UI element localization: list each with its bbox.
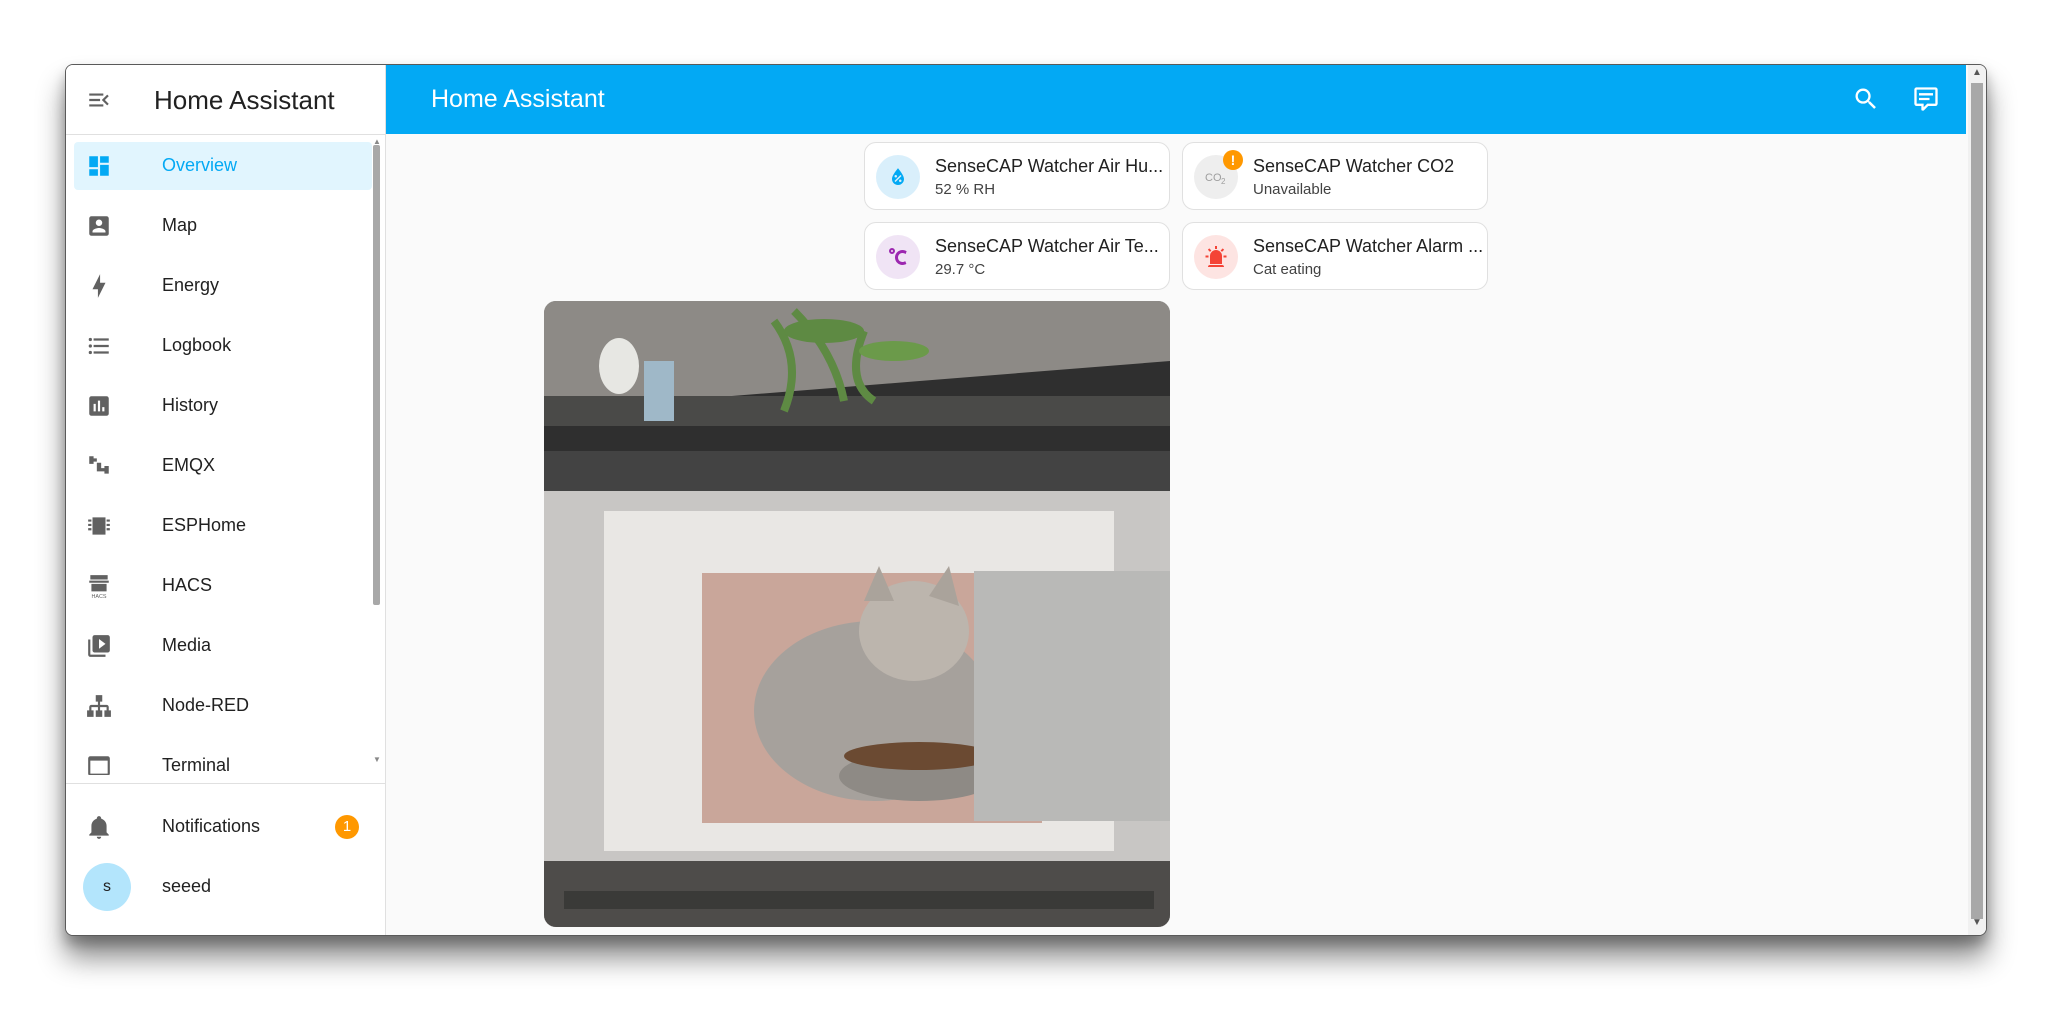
svg-text:HACS: HACS	[91, 594, 106, 599]
svg-text:2: 2	[1221, 177, 1226, 186]
tile-icon-circle	[876, 235, 920, 279]
sidebar-item-label: Energy	[162, 275, 220, 295]
sidebar-item-user[interactable]: s seeed	[74, 863, 372, 911]
tile-state: 29.7 °C	[935, 261, 986, 278]
tile-icon-circle	[876, 155, 920, 199]
alarm-light-icon	[1205, 246, 1227, 267]
sidebar-list: Overview Map Energy Logbook History EMQX	[66, 135, 385, 775]
sidebar-item-media[interactable]: Media	[74, 622, 372, 670]
sidebar-scroll-down[interactable]: ▼	[373, 755, 381, 764]
view-dashboard-icon	[89, 156, 109, 176]
page-scrollbar[interactable]: ▲ ▼	[1968, 65, 1986, 935]
hacs-store-icon: HACS	[89, 575, 109, 599]
sidebar-item-label: Media	[162, 635, 212, 655]
user-name: seeed	[162, 876, 212, 896]
sidebar-item-notifications[interactable]: Notifications 1	[74, 803, 372, 851]
browser-window: Home Assistant Overview Map Energy Logbo…	[65, 64, 1987, 936]
tile-name: SenseCAP Watcher Air Te...	[935, 236, 1159, 256]
sidebar-item-label: Node-RED	[162, 695, 250, 715]
assist-icon[interactable]	[1912, 85, 1940, 113]
scrollbar-thumb[interactable]	[1971, 83, 1983, 919]
sidebar-item-node-red[interactable]: Node-RED	[74, 682, 372, 730]
tile-name: SenseCAP Watcher CO2	[1253, 156, 1455, 176]
sidebar-item-energy[interactable]: Energy	[74, 262, 372, 310]
account-box-icon	[89, 216, 109, 236]
sidebar: Home Assistant Overview Map Energy Logbo…	[66, 65, 386, 935]
sidebar-item-logbook[interactable]: Logbook	[74, 322, 372, 370]
format-list-bulleted-icon	[88, 337, 109, 355]
water-percent-icon	[892, 168, 904, 185]
sidebar-title: Home Assistant	[154, 85, 335, 115]
tile-state: Cat eating	[1253, 261, 1322, 278]
tile-name: SenseCAP Watcher Air Hu...	[935, 156, 1164, 176]
page-title: Home Assistant	[431, 85, 605, 113]
avatar: s	[83, 863, 131, 911]
chip-icon	[88, 517, 110, 535]
sidebar-item-overview[interactable]: Overview	[74, 142, 372, 190]
sidebar-item-emqx[interactable]: EMQX	[74, 442, 372, 490]
camera-snapshot-image[interactable]	[544, 301, 1170, 927]
notification-count-badge: 1	[335, 815, 359, 839]
sidebar-item-hacs[interactable]: HACS HACS	[74, 562, 372, 610]
tile-state: Unavailable	[1253, 181, 1332, 198]
pipe-icon	[89, 456, 109, 474]
sidebar-item-label: EMQX	[162, 455, 216, 475]
tile-state: 52 % RH	[935, 181, 996, 198]
svg-text:CO: CO	[1205, 172, 1222, 184]
tile-alarm[interactable]: SenseCAP Watcher Alarm ... Cat eating	[1182, 222, 1488, 290]
molecule-co2-icon: CO 2	[1205, 172, 1226, 186]
sidebar-item-esphome[interactable]: ESPHome	[74, 502, 372, 550]
sidebar-divider	[66, 783, 385, 784]
lightning-bolt-icon	[92, 274, 106, 298]
sidebar-item-terminal[interactable]: Terminal	[74, 742, 372, 775]
tile-co2[interactable]: CO 2 ! SenseCAP Watcher CO2 Unavailable	[1182, 142, 1488, 210]
sidebar-item-label: History	[162, 395, 219, 415]
sidebar-item-label: Notifications	[162, 816, 261, 836]
sidebar-item-label: Terminal	[162, 755, 231, 775]
tile-name: SenseCAP Watcher Alarm ...	[1253, 236, 1484, 256]
app-header: Home Assistant	[386, 65, 1986, 134]
sidebar-header: Home Assistant	[66, 65, 385, 135]
warning-badge: !	[1223, 150, 1243, 170]
sidebar-item-label: Logbook	[162, 335, 232, 355]
console-icon	[88, 756, 110, 775]
menu-open-icon[interactable]	[86, 87, 112, 113]
tile-icon-circle	[1194, 235, 1238, 279]
scroll-down-arrow[interactable]: ▼	[1972, 917, 1982, 928]
search-icon[interactable]	[1852, 85, 1880, 113]
tile-air-temperature[interactable]: SenseCAP Watcher Air Te... 29.7 °C	[864, 222, 1170, 290]
sidebar-item-label: HACS	[162, 575, 213, 595]
sidebar-scrollbar[interactable]	[373, 145, 380, 605]
sidebar-item-map[interactable]: Map	[74, 202, 372, 250]
bell-icon	[89, 816, 109, 839]
sidebar-item-label: ESPHome	[162, 515, 247, 535]
play-box-multiple-icon	[88, 635, 110, 657]
scroll-up-arrow[interactable]: ▲	[1972, 67, 1982, 78]
sidebar-item-label: Map	[162, 215, 198, 235]
tile-air-humidity[interactable]: SenseCAP Watcher Air Hu... 52 % RH	[864, 142, 1170, 210]
chart-box-icon	[89, 396, 109, 416]
sidebar-item-history[interactable]: History	[74, 382, 372, 430]
sitemap-icon	[87, 695, 111, 717]
sidebar-item-label: Overview	[162, 155, 238, 175]
temperature-celsius-icon	[889, 248, 907, 265]
